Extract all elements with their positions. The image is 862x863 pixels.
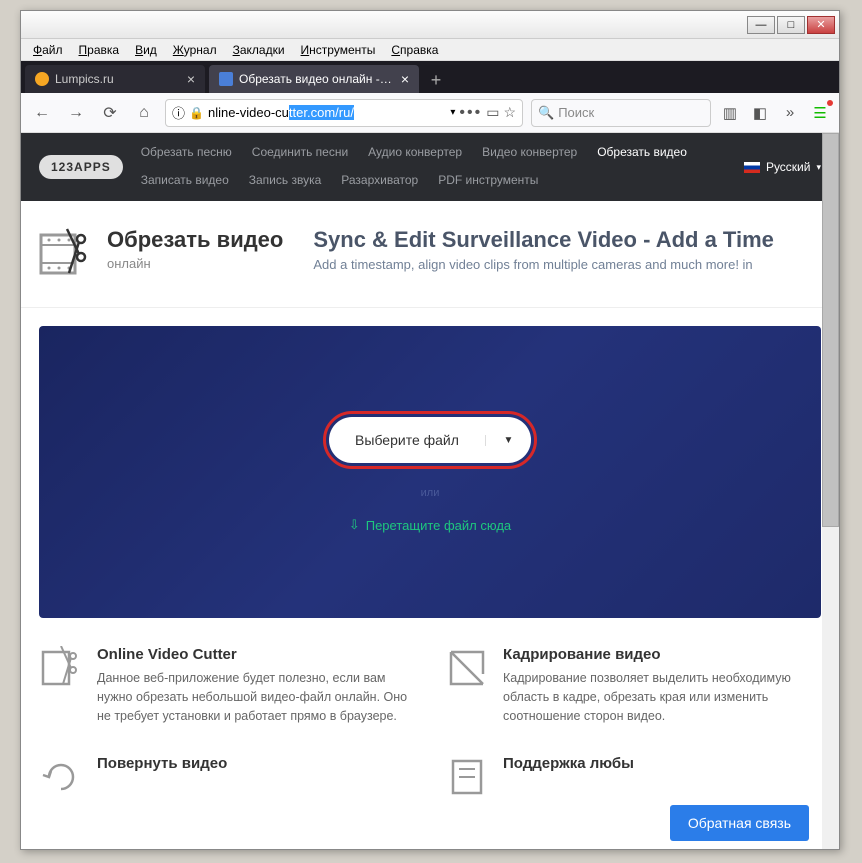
feature-item: Повернуть видео <box>39 755 415 799</box>
feature-icon <box>39 646 83 690</box>
language-selector[interactable]: Русский ▾ <box>744 160 821 174</box>
file-dropdown-icon[interactable]: ▼ <box>485 435 531 446</box>
close-tab-icon[interactable]: × <box>401 71 409 87</box>
menu-item[interactable]: Журнал <box>167 41 223 59</box>
reader-icon[interactable]: ▭ <box>486 104 499 121</box>
page-content: 123APPS Обрезать песню Соединить песни Ауд… <box>21 133 839 849</box>
feature-text: Данное веб-приложение будет полезно, есл… <box>97 669 415 725</box>
browser-tab[interactable]: Обрезать видео онлайн - обр × <box>209 65 419 93</box>
flag-icon <box>744 162 760 173</box>
feature-icon <box>445 755 489 799</box>
features-grid: Online Video Cutter Данное веб-приложение… <box>21 636 839 809</box>
nav-link[interactable]: Записать видео <box>141 170 229 192</box>
close-button[interactable]: ✕ <box>807 16 835 34</box>
drop-label: Перетащите файл сюда <box>366 518 511 533</box>
feature-item: Кадрирование видео Кадрирование позволяет… <box>445 646 821 725</box>
nav-link[interactable]: Видео конвертер <box>482 142 577 164</box>
favicon-icon <box>35 72 49 86</box>
close-tab-icon[interactable]: × <box>187 71 195 87</box>
feature-text: Кадрирование позволяет выделить необходи… <box>503 669 821 725</box>
bookmark-star-icon[interactable]: ☆ <box>503 104 516 121</box>
menu-bar: ФайлПравкаВидЖурналЗакладкиИнструментыСп… <box>21 39 839 61</box>
search-bar[interactable]: 🔍 Поиск <box>531 99 711 127</box>
nav-toolbar: ← → ⟳ ⌂ ⓘ 🔒 nline-video-cutter.com/ru/ ▾… <box>21 93 839 133</box>
tab-label: Обрезать видео онлайн - обр <box>239 72 395 86</box>
back-button[interactable]: ← <box>29 100 55 126</box>
choose-file-label: Выберите файл <box>329 432 485 448</box>
search-placeholder: Поиск <box>558 105 594 120</box>
menu-item[interactable]: Вид <box>129 41 163 59</box>
ad-banner[interactable]: Sync & Edit Surveillance Video - Add a T… <box>313 227 821 281</box>
maximize-button[interactable]: □ <box>777 16 805 34</box>
scrollbar[interactable] <box>822 133 839 849</box>
menu-item[interactable]: Закладки <box>227 41 291 59</box>
feature-item: Поддержка любы <box>445 755 821 799</box>
ad-text: Add a timestamp, align video clips from … <box>313 257 821 272</box>
language-label: Русский <box>766 160 811 174</box>
film-cut-icon <box>39 227 93 281</box>
search-icon: 🔍 <box>538 105 554 121</box>
home-button[interactable]: ⌂ <box>131 100 157 126</box>
tab-strip: Lumpics.ru×Обрезать видео онлайн - обр× … <box>21 61 839 93</box>
nav-link[interactable]: Разархиватор <box>341 170 418 192</box>
drop-zone-hint[interactable]: ⇩ Перетащите файл сюда <box>349 517 511 533</box>
page-logo: Обрезать видео онлайн <box>39 227 283 281</box>
nav-link[interactable]: Обрезать видео <box>597 142 687 164</box>
forward-button[interactable]: → <box>63 100 89 126</box>
menu-item[interactable]: Правка <box>73 41 126 59</box>
feature-icon <box>445 646 489 690</box>
feature-title: Повернуть видео <box>97 755 227 772</box>
nav-links: Обрезать песню Соединить песни Аудио конве… <box>141 142 726 191</box>
nav-link[interactable]: Соединить песни <box>252 142 348 164</box>
url-text: nline-video-cutter.com/ru/ <box>208 105 446 120</box>
info-icon[interactable]: ⓘ <box>172 103 185 122</box>
page-subtitle: онлайн <box>107 256 151 271</box>
tab-label: Lumpics.ru <box>55 72 181 86</box>
feature-icon <box>39 755 83 799</box>
browser-tab[interactable]: Lumpics.ru × <box>25 65 205 93</box>
page-title-block: Обрезать видео онлайн <box>107 227 283 273</box>
sidebar-icon[interactable]: ◧ <box>749 102 771 124</box>
upload-hero: Выберите файл ▼ или ⇩ Перетащите файл сю… <box>39 326 821 618</box>
lock-icon: 🔒 <box>189 106 204 120</box>
ad-title: Sync & Edit Surveillance Video - Add a T… <box>313 227 821 253</box>
feature-item: Online Video Cutter Данное веб-приложение… <box>39 646 415 725</box>
nav-link[interactable]: Запись звука <box>249 170 322 192</box>
chevron-down-icon: ▾ <box>816 162 821 173</box>
extensions-icon[interactable]: » <box>779 102 801 124</box>
nav-link[interactable]: Аудио конвертер <box>368 142 462 164</box>
feature-title: Поддержка любы <box>503 755 634 772</box>
new-tab-button[interactable]: + <box>423 67 449 93</box>
brand-badge[interactable]: 123APPS <box>39 155 123 179</box>
feedback-button[interactable]: Обратная связь <box>670 805 809 841</box>
download-icon: ⇩ <box>349 517 360 533</box>
window-titlebar: — □ ✕ <box>21 11 839 39</box>
or-text: или <box>421 487 440 499</box>
address-bar[interactable]: ⓘ 🔒 nline-video-cutter.com/ru/ ▾ ••• ▭ ☆ <box>165 99 523 127</box>
menu-item[interactable]: Справка <box>385 41 444 59</box>
menu-item[interactable]: Файл <box>27 41 69 59</box>
menu-item[interactable]: Инструменты <box>295 41 382 59</box>
favicon-icon <box>219 72 233 86</box>
nav-link[interactable]: PDF инструменты <box>438 170 538 192</box>
browser-window: — □ ✕ ФайлПравкаВидЖурналЗакладкиИнструм… <box>20 10 840 850</box>
feature-title: Online Video Cutter <box>97 646 415 663</box>
reload-button[interactable]: ⟳ <box>97 100 123 126</box>
choose-file-button[interactable]: Выберите файл ▼ <box>329 417 531 463</box>
file-button-highlight: Выберите файл ▼ <box>323 411 537 469</box>
chevron-down-icon[interactable]: ▾ <box>450 107 455 118</box>
scrollbar-thumb[interactable] <box>822 133 839 527</box>
page-title: Обрезать видео <box>107 227 283 253</box>
minimize-button[interactable]: — <box>747 16 775 34</box>
library-icon[interactable]: ▥ <box>719 102 741 124</box>
page-actions-icon[interactable]: ••• <box>459 104 482 122</box>
feature-title: Кадрирование видео <box>503 646 821 663</box>
nav-link[interactable]: Обрезать песню <box>141 142 232 164</box>
menu-icon[interactable]: ☰ <box>809 102 831 124</box>
page-header: Обрезать видео онлайн Sync & Edit Survei… <box>21 201 839 308</box>
site-topnav: 123APPS Обрезать песню Соединить песни Ауд… <box>21 133 839 201</box>
